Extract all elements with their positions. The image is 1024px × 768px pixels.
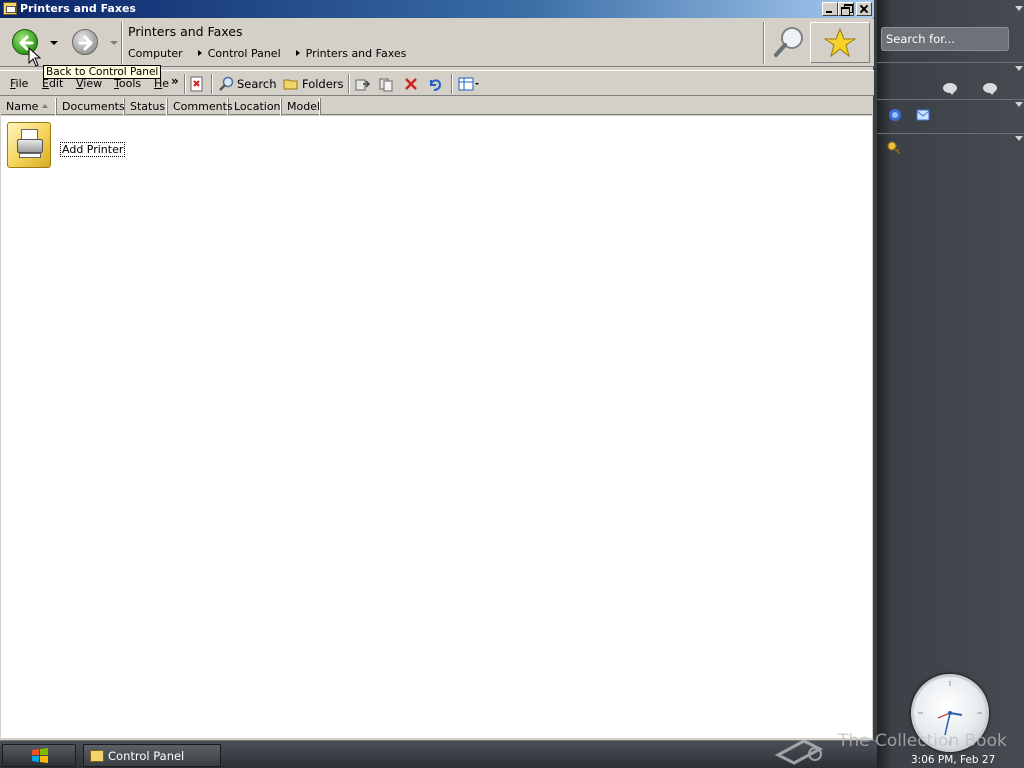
mail-icon[interactable] [915, 107, 931, 123]
divider [211, 74, 213, 94]
views-grid-icon [458, 77, 479, 91]
mouse-cursor-icon [28, 47, 42, 67]
item-label[interactable]: Add Printer [60, 142, 126, 157]
sidebar-menu-arrow-icon[interactable] [1015, 6, 1023, 11]
minimize-button[interactable] [822, 2, 838, 16]
divider [877, 133, 1024, 134]
divider [451, 74, 453, 94]
divider [121, 22, 123, 64]
breadcrumb-separator-icon[interactable] [197, 50, 202, 56]
copy-to-icon [379, 78, 393, 92]
windows-logo-icon [32, 748, 48, 763]
column-comments[interactable]: Comments [168, 98, 233, 115]
sidebar-section-arrow-icon[interactable] [1015, 136, 1023, 141]
magnifier-icon [774, 27, 803, 57]
column-documents[interactable]: Documents [57, 98, 125, 115]
forward-history-dropdown[interactable] [108, 37, 120, 49]
column-header-row: Name Documents Status Comments Location … [1, 98, 872, 115]
taskbar-control-panel-button[interactable]: Control Panel [83, 744, 221, 767]
control-panel-icon [90, 750, 104, 762]
taskbar-task-label: Control Panel [108, 749, 185, 763]
breadcrumb: Computer Control Panel Printers and Faxe… [128, 46, 409, 60]
printers-folder-icon [3, 2, 17, 15]
messenger-icon[interactable] [887, 107, 903, 123]
location-title: Printers and Faxes [128, 24, 243, 39]
folder-icon [283, 79, 298, 90]
restore-button[interactable] [838, 2, 854, 16]
divider [763, 22, 765, 64]
search-button[interactable] [770, 22, 808, 63]
divider [877, 62, 1024, 63]
taskbar: Control Panel [0, 740, 877, 768]
chevron-more-icon[interactable]: » [171, 74, 179, 88]
search-icon [219, 76, 234, 91]
title-bar[interactable]: Printers and Faxes [0, 0, 874, 18]
menu-help-rest: e [162, 77, 170, 90]
forward-arrow-icon [72, 29, 98, 55]
views-button[interactable] [458, 74, 480, 94]
copy-to-button[interactable] [379, 74, 395, 94]
divider [184, 74, 186, 94]
sort-ascending-icon [42, 104, 48, 108]
folders-label: Folders [302, 77, 344, 91]
search-toolbar-button[interactable]: Search [218, 74, 277, 94]
sidebar-section-arrow-icon[interactable] [1015, 66, 1023, 71]
breadcrumb-control-panel[interactable]: Control Panel [208, 47, 284, 60]
keys-icon[interactable] [886, 140, 902, 156]
start-button[interactable] [2, 744, 76, 767]
undo-button[interactable] [427, 74, 443, 94]
sidebar-search-input[interactable]: Search for... [881, 27, 1009, 51]
back-history-dropdown[interactable] [48, 37, 60, 49]
delete-button[interactable] [403, 74, 419, 94]
chat-bubble-icon[interactable] [943, 83, 957, 95]
watermark-logo-icon [774, 739, 824, 765]
move-to-button[interactable] [355, 74, 371, 94]
move-to-icon [355, 79, 371, 91]
divider [877, 99, 1024, 100]
breadcrumb-printers-and-faxes[interactable]: Printers and Faxes [306, 47, 410, 60]
column-name[interactable]: Name [1, 98, 57, 115]
favorites-button[interactable] [810, 22, 870, 63]
breadcrumb-separator-icon[interactable] [295, 50, 300, 56]
delete-x-icon [405, 78, 417, 90]
watermark-text: The Collection Book [838, 731, 1007, 751]
sidebar: Search for... 3:06 PM, Feb 27 [877, 0, 1024, 768]
window-title: Printers and Faxes [20, 2, 136, 15]
folders-button[interactable]: Folders [283, 74, 344, 94]
column-location[interactable]: Location [229, 98, 282, 115]
menu-file[interactable]: File [10, 77, 28, 90]
menu-file-rest: ile [15, 77, 29, 90]
stop-icon [190, 76, 203, 92]
back-tooltip: Back to Control Panel [43, 65, 162, 79]
divider [348, 74, 350, 94]
column-name-label: Name [6, 100, 39, 113]
search-toolbar-label: Search [237, 77, 277, 91]
star-icon [823, 27, 857, 58]
sidebar-section-arrow-icon[interactable] [1015, 102, 1023, 107]
close-button[interactable] [856, 2, 872, 16]
breadcrumb-computer[interactable]: Computer [128, 47, 186, 60]
chat-bubble-icon[interactable] [983, 83, 997, 95]
explorer-window: Printers and Faxes Printers and Faxes Co… [0, 0, 874, 740]
add-printer-icon[interactable] [7, 122, 51, 168]
file-list[interactable]: Add Printer [1, 116, 872, 738]
navigation-bar: Printers and Faxes Computer Control Pane… [0, 19, 874, 67]
forward-button[interactable] [68, 25, 102, 61]
undo-icon [430, 79, 442, 91]
clock-time-label: 3:06 PM, Feb 27 [911, 754, 996, 766]
column-model[interactable]: Model [282, 98, 321, 115]
column-status[interactable]: Status [125, 98, 168, 115]
stop-button[interactable] [189, 74, 205, 94]
